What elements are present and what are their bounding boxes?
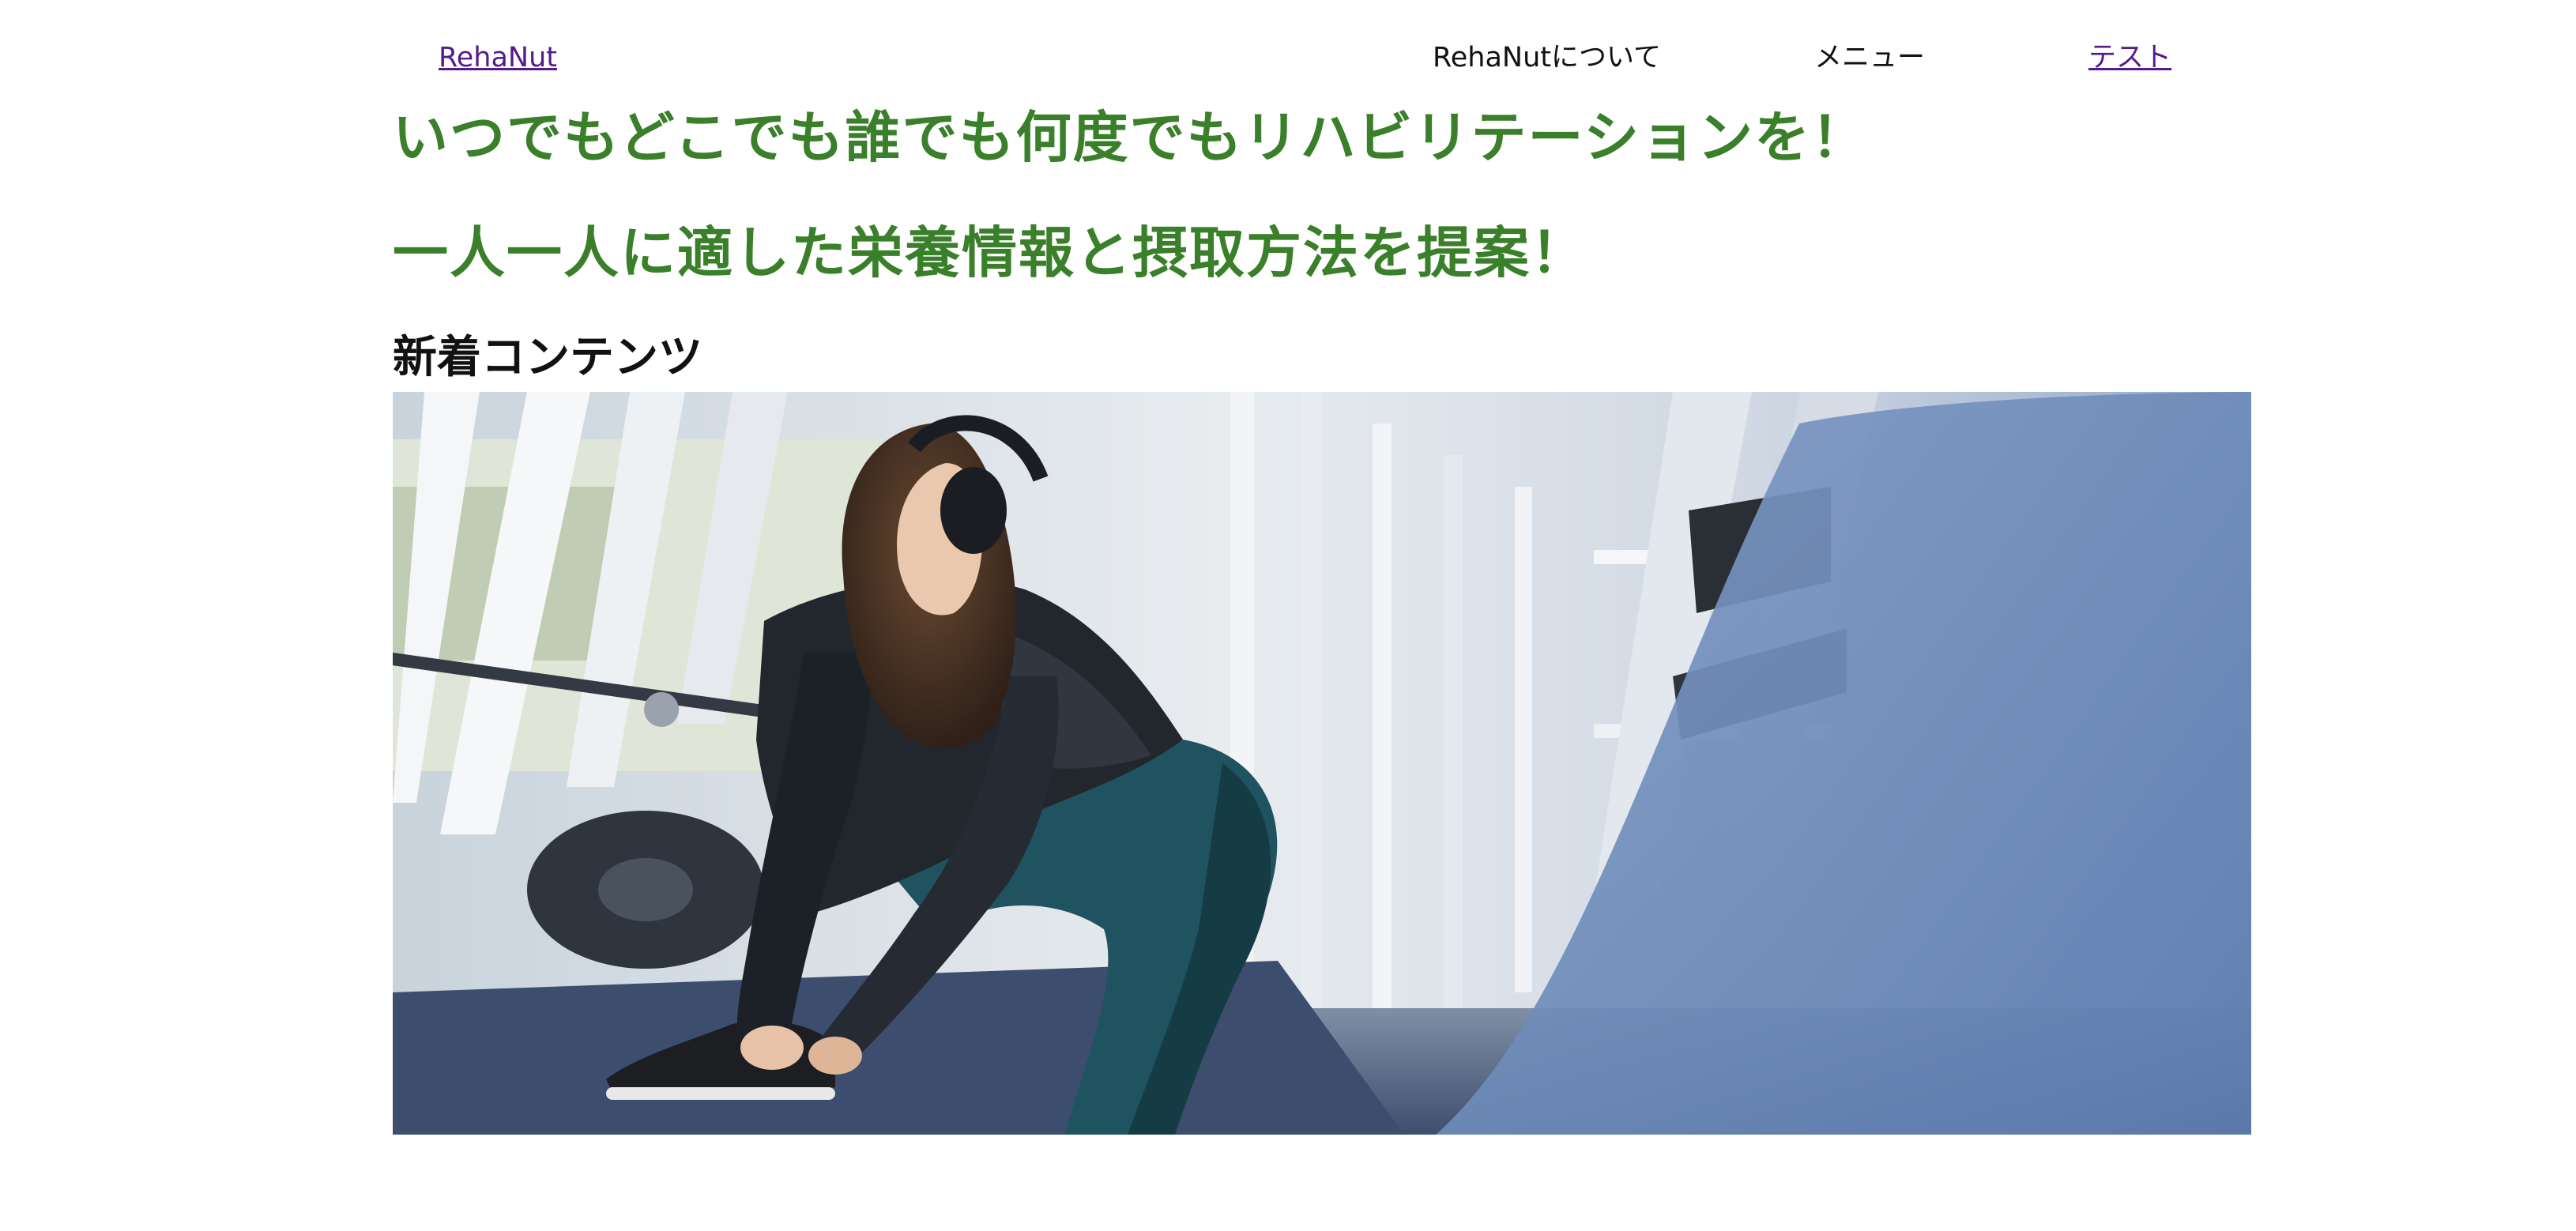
top-navigation: RehaNut RehaNutについて メニュー テスト (393, 0, 2251, 111)
logo-link[interactable]: RehaNut (439, 38, 557, 77)
new-contents-title: 新着コンテンツ (393, 332, 702, 383)
headline-nutrition: 一人一人に適した栄養情報と摂取方法を提案！ (393, 220, 1587, 285)
nav-item-test[interactable]: テスト (2088, 38, 2171, 77)
headline-rehab: いつでもどこでも誰でも何度でもリハビリテーションを！ (393, 105, 1869, 170)
hero-image[interactable] (393, 392, 2251, 1135)
fitness-photo (393, 392, 2251, 1135)
nav-item-about[interactable]: RehaNutについて (1433, 38, 1661, 77)
nav-item-menu[interactable]: メニュー (1814, 38, 1925, 77)
